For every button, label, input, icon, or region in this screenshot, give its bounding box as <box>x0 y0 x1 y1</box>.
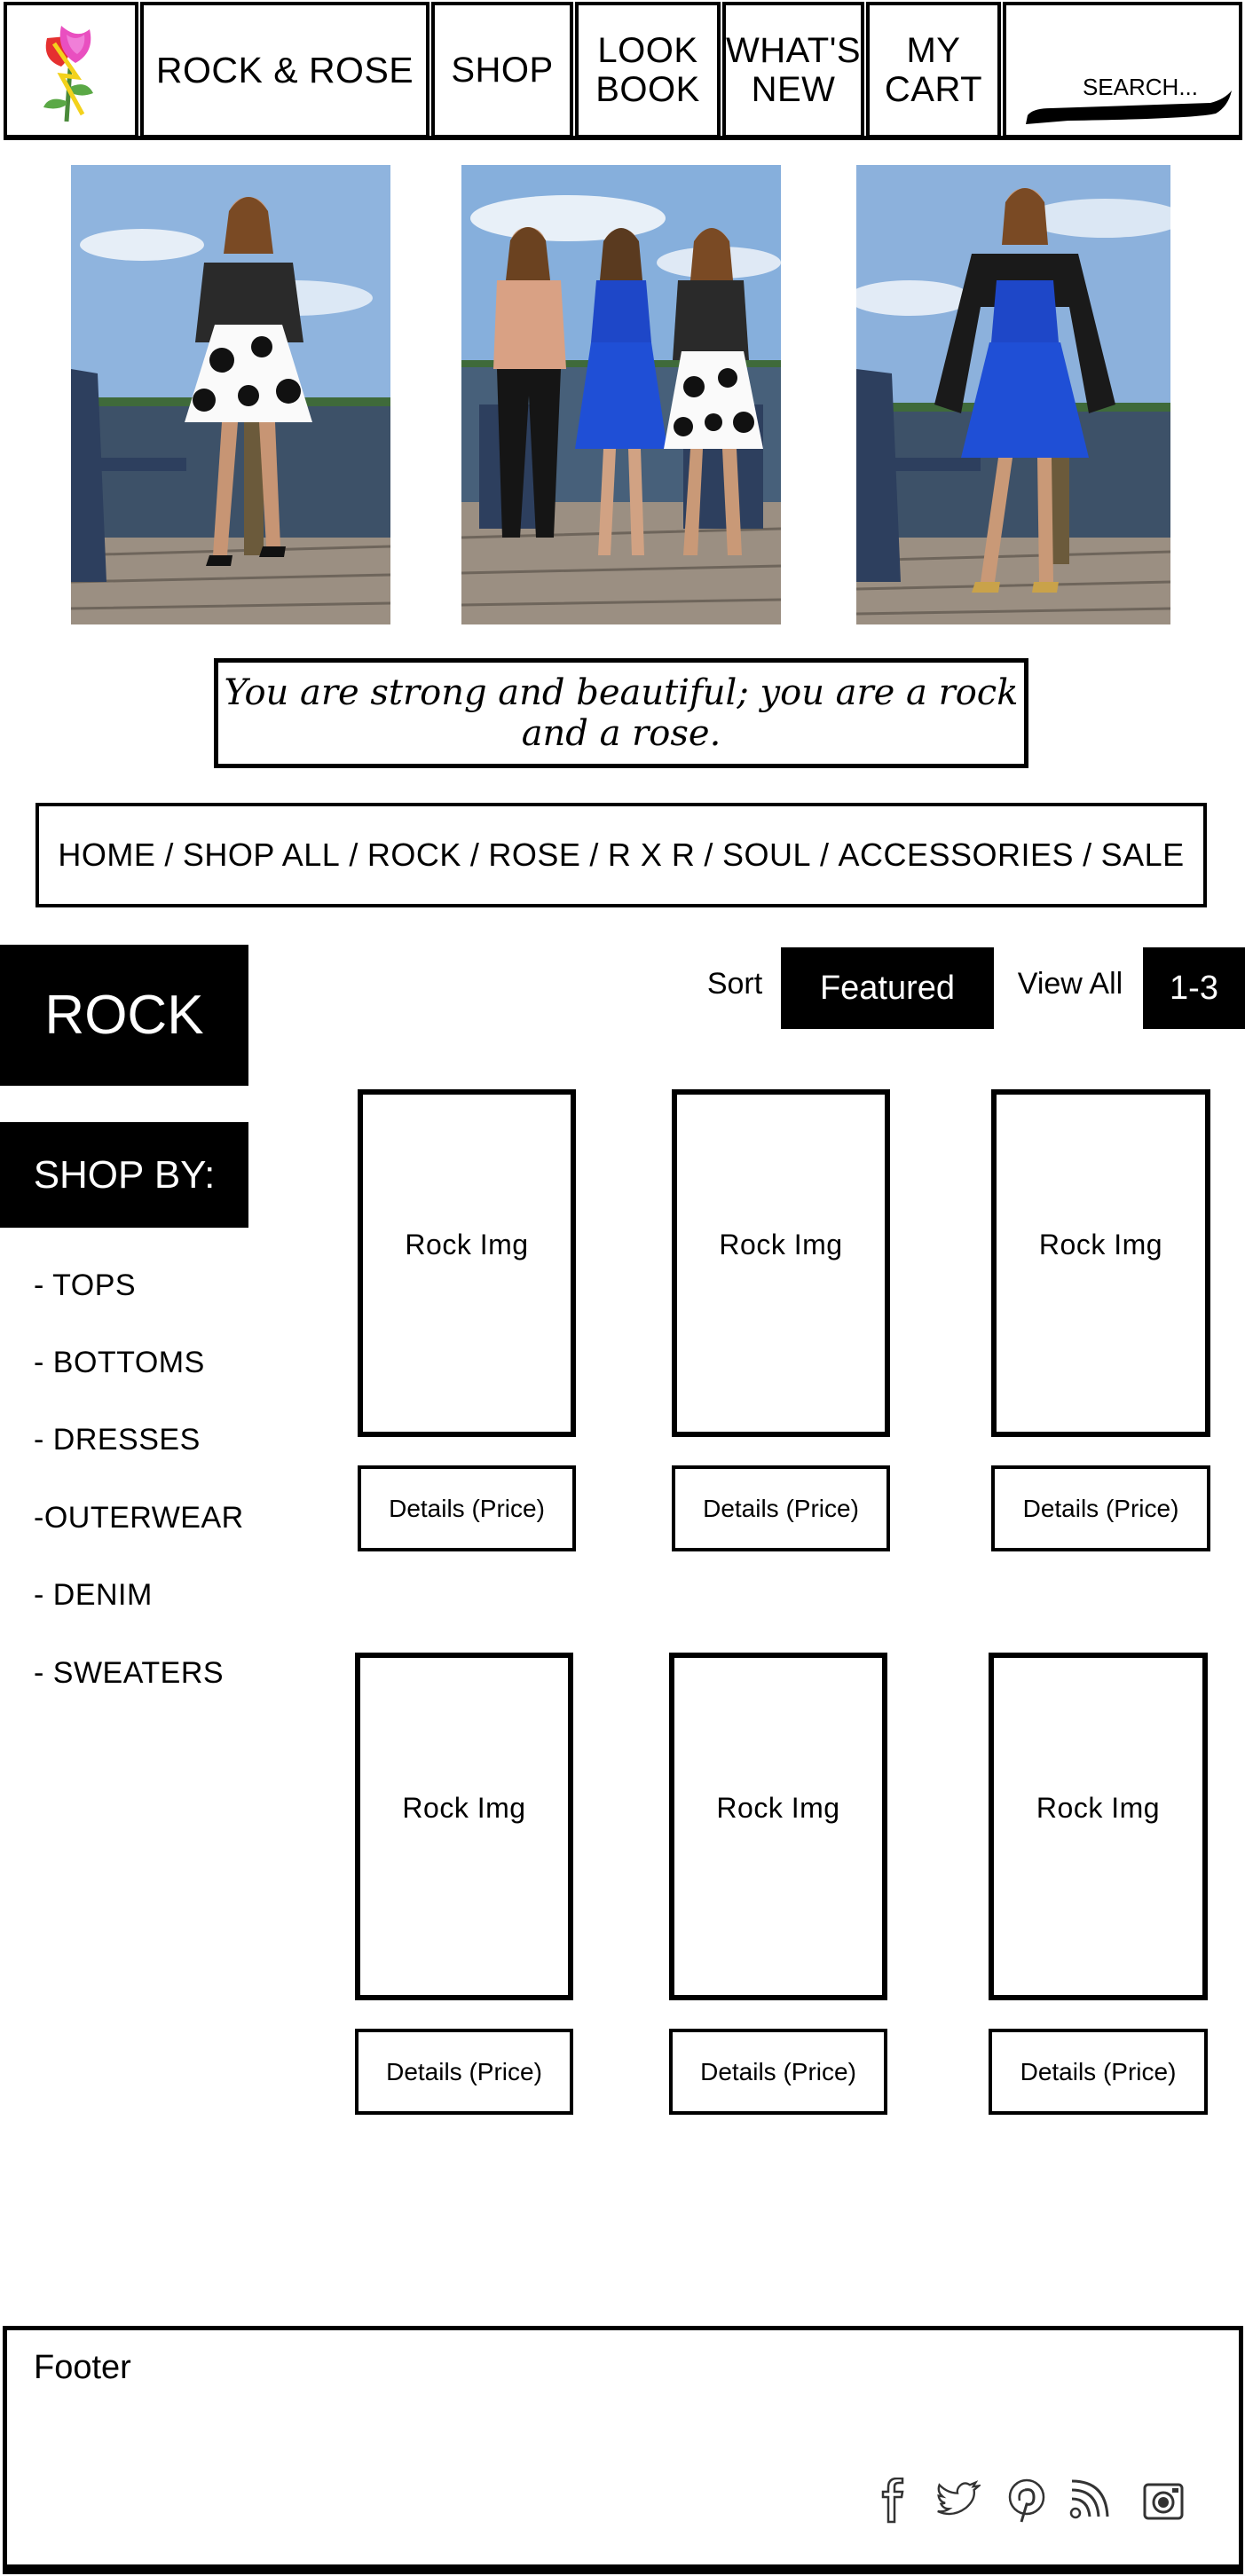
view-all-link[interactable]: View All <box>1010 962 1131 1005</box>
product-details-button[interactable]: Details (Price) <box>991 1465 1210 1551</box>
breadcrumb-separator: / <box>1083 836 1092 873</box>
nav-whats-new-line2: NEW <box>751 70 836 109</box>
breadcrumb-accessories[interactable]: ACCESSORIES <box>839 836 1075 874</box>
breadcrumb-sale[interactable]: SALE <box>1101 836 1185 874</box>
nav-whats-new[interactable]: WHAT'S NEW <box>722 2 864 138</box>
product-image[interactable]: Rock Img <box>989 1653 1208 2000</box>
photo-polka-dress-image <box>71 165 390 624</box>
search-input[interactable] <box>1017 73 1228 101</box>
breadcrumb-rose[interactable]: ROSE <box>488 836 580 874</box>
brand-label: ROCK & ROSE <box>155 50 414 90</box>
product-image[interactable]: Rock Img <box>358 1089 576 1437</box>
shop-by-bottoms-link[interactable]: - BOTTOMS <box>34 1346 205 1380</box>
product-image[interactable]: Rock Img <box>355 1653 573 2000</box>
breadcrumb: HOME / SHOP ALL / ROCK / ROSE / R X R / … <box>35 803 1207 907</box>
search-box <box>1003 2 1242 138</box>
product-details-label: Details (Price) <box>389 1494 545 1522</box>
product-details-label: Details (Price) <box>703 1494 859 1522</box>
product-image[interactable]: Rock Img <box>991 1089 1210 1437</box>
product-image[interactable]: Rock Img <box>672 1089 890 1437</box>
product-details-button[interactable]: Details (Price) <box>672 1465 890 1551</box>
product-image-label: Rock Img <box>716 1791 840 1824</box>
footer <box>3 2326 1243 2574</box>
nav-lookbook[interactable]: LOOK BOOK <box>575 2 721 138</box>
product-details-button[interactable]: Details (Price) <box>989 2029 1208 2115</box>
sort-value: Featured <box>819 969 956 1007</box>
breadcrumb-soul[interactable]: SOUL <box>722 836 811 874</box>
brand-name[interactable]: ROCK & ROSE <box>140 2 429 138</box>
breadcrumb-separator: / <box>589 836 599 873</box>
shop-by-tops-link[interactable]: - TOPS <box>34 1268 136 1303</box>
pinterest-icon[interactable] <box>1004 2478 1050 2524</box>
nav-my-cart[interactable]: MY CART <box>866 2 1001 138</box>
product-image[interactable]: Rock Img <box>669 1653 887 2000</box>
product-details-label: Details (Price) <box>386 2057 542 2085</box>
lookbook-photo-2[interactable] <box>461 165 781 624</box>
product-image-label: Rock Img <box>1036 1791 1161 1824</box>
nav-lookbook-line2: BOOK <box>595 70 700 109</box>
shop-by-dresses-link[interactable]: - DRESSES <box>34 1423 201 1457</box>
logo[interactable] <box>4 2 138 138</box>
lookbook-photo-3[interactable] <box>856 165 1170 624</box>
instagram-icon[interactable] <box>1140 2478 1186 2524</box>
nav-my-cart-line2: CART <box>884 70 983 109</box>
breadcrumb-separator: / <box>469 836 480 873</box>
nav-shop[interactable]: SHOP <box>431 2 573 138</box>
product-details-label: Details (Price) <box>1020 2057 1177 2085</box>
breadcrumb-rock[interactable]: ROCK <box>367 836 461 874</box>
shop-by-outerwear-link[interactable]: -OUTERWEAR <box>34 1501 244 1535</box>
shop-by-label: SHOP BY: <box>33 1152 216 1197</box>
sort-dropdown[interactable]: Featured <box>781 947 994 1029</box>
product-details-button[interactable]: Details (Price) <box>355 2029 573 2115</box>
photo-group-image <box>461 165 781 624</box>
product-image-label: Rock Img <box>405 1228 529 1261</box>
product-image-label: Rock Img <box>1038 1228 1163 1261</box>
product-image-label: Rock Img <box>719 1228 843 1261</box>
tagline-banner: You are strong and beautiful; you are a … <box>214 658 1028 768</box>
shop-by-denim-link[interactable]: - DENIM <box>34 1578 153 1613</box>
rose-logo-icon <box>43 26 93 122</box>
photo-blue-dress-image <box>856 165 1170 624</box>
breadcrumb-separator: / <box>164 836 174 873</box>
breadcrumb-home[interactable]: HOME <box>58 836 155 874</box>
breadcrumb-separator: / <box>704 836 713 873</box>
breadcrumb-shop-all[interactable]: SHOP ALL <box>183 836 340 874</box>
product-image-label: Rock Img <box>402 1791 526 1824</box>
product-details-button[interactable]: Details (Price) <box>358 1465 576 1551</box>
product-details-button[interactable]: Details (Price) <box>669 2029 887 2115</box>
breadcrumb-separator: / <box>349 836 359 873</box>
breadcrumb-rxr[interactable]: R X R <box>608 836 696 874</box>
product-details-label: Details (Price) <box>700 2057 856 2085</box>
facebook-icon[interactable] <box>868 2478 914 2524</box>
breadcrumb-separator: / <box>819 836 830 873</box>
page-range-button[interactable]: 1-3 <box>1143 947 1245 1029</box>
nav-shop-label: SHOP <box>451 51 554 90</box>
shop-by-heading: SHOP BY: <box>0 1122 248 1228</box>
tagline-text: You are strong and beautiful; you are a … <box>224 672 1019 754</box>
product-details-label: Details (Price) <box>1022 1494 1179 1522</box>
rss-icon[interactable] <box>1065 2478 1111 2524</box>
page-range-label: 1-3 <box>1170 969 1218 1007</box>
shop-by-sweaters-link[interactable]: - SWEATERS <box>34 1656 224 1691</box>
lookbook-photo-1[interactable] <box>71 165 390 624</box>
footer-label: Footer <box>34 2349 131 2386</box>
nav-my-cart-line1: MY <box>906 31 961 70</box>
sort-label: Sort <box>706 966 763 1001</box>
nav-whats-new-line1: WHAT'S <box>725 31 862 70</box>
category-title: ROCK <box>0 945 248 1086</box>
twitter-icon[interactable] <box>934 2478 981 2524</box>
category-title-label: ROCK <box>44 985 204 1046</box>
nav-lookbook-line1: LOOK <box>597 31 698 70</box>
